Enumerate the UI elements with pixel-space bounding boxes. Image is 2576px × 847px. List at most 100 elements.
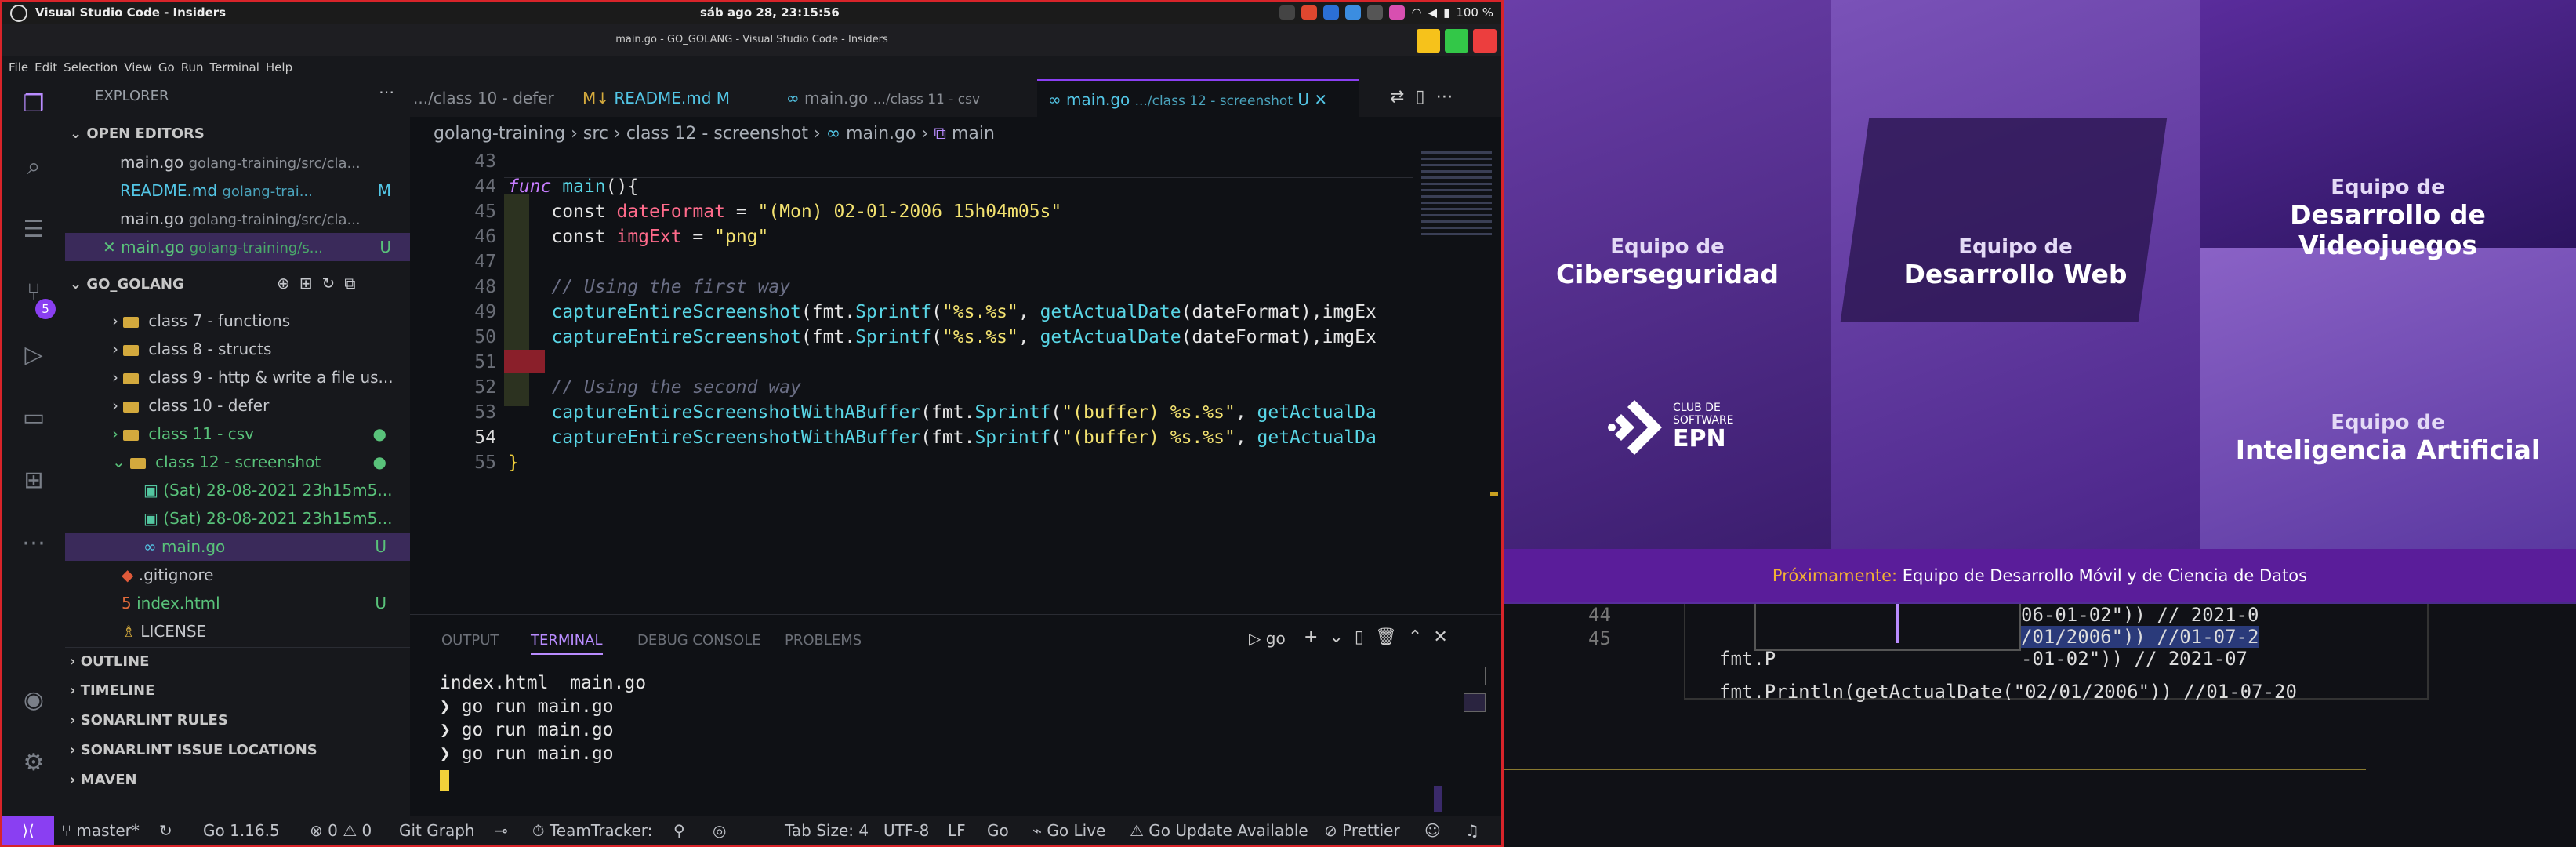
- run-debug-icon[interactable]: ▷: [16, 338, 51, 373]
- commit-icon[interactable]: ⊸: [495, 816, 508, 845]
- prettier[interactable]: ⊘ Prettier: [1324, 816, 1400, 845]
- more-icon[interactable]: ⋯: [16, 526, 51, 561]
- search-icon[interactable]: ⌕: [16, 150, 51, 184]
- key-icon[interactable]: ⚲: [673, 816, 685, 845]
- go-update[interactable]: ⚠ Go Update Available: [1130, 816, 1308, 845]
- open-editor-item-active[interactable]: ✕ main.go golang-training/s... U: [65, 233, 410, 261]
- tab-output[interactable]: OUTPUT: [441, 632, 499, 649]
- activities-icon[interactable]: [10, 5, 27, 22]
- file-item-image[interactable]: ▣ (Sat) 28-08-2021 23h15m5...: [65, 504, 410, 533]
- open-editor-item[interactable]: README.md golang-trai... M: [65, 176, 410, 205]
- zoom-icon[interactable]: [1345, 5, 1362, 20]
- tab-problems[interactable]: PROBLEMS: [785, 632, 862, 649]
- close-button[interactable]: [1473, 29, 1497, 53]
- breadcrumb-item[interactable]: main: [952, 124, 995, 144]
- git-graph[interactable]: Git Graph: [399, 816, 475, 845]
- active-app-label[interactable]: Visual Studio Code - Insiders: [35, 5, 226, 20]
- notifications-icon[interactable]: ♫: [1465, 816, 1479, 845]
- menu-go[interactable]: Go: [158, 60, 175, 75]
- terminal-instance-icon[interactable]: [1464, 667, 1486, 685]
- sonarlint-issues-section[interactable]: › SONARLINT ISSUE LOCATIONS: [65, 736, 410, 765]
- scm-badge: 5: [35, 299, 56, 319]
- maven-section[interactable]: › MAVEN: [65, 766, 410, 794]
- wifi-icon[interactable]: ◠: [1411, 5, 1421, 20]
- terminal-shell-select[interactable]: ▷ go: [1249, 629, 1286, 648]
- menu-view[interactable]: View: [124, 60, 152, 75]
- tab-class10[interactable]: .../class 10 - defer: [410, 79, 554, 117]
- code-line: captureEntireScreenshotWithABuffer(fmt.S…: [551, 427, 1377, 448]
- file-item-image[interactable]: ▣ (Sat) 28-08-2021 23h15m5...: [65, 476, 410, 504]
- menu-selection[interactable]: Selection: [63, 60, 118, 75]
- git-branch[interactable]: ⑂ master*: [62, 816, 140, 845]
- folder-item[interactable]: › class 10 - defer: [65, 391, 410, 420]
- breadcrumb-item[interactable]: golang-training: [434, 124, 565, 144]
- go-live[interactable]: ⌁ Go Live: [1032, 816, 1105, 845]
- sync-icon[interactable]: ↻: [159, 816, 172, 845]
- team-tracker[interactable]: ⏱ TeamTracker:: [532, 816, 652, 845]
- editor-actions[interactable]: ⇄▯⋯: [1390, 87, 1464, 107]
- clock[interactable]: sáb ago 28, 23:15:56: [700, 5, 840, 20]
- code-comment: // Using the second way: [508, 377, 801, 398]
- extensions-icon[interactable]: ⊞: [16, 463, 51, 498]
- tab-main-class12[interactable]: ∞ main.go .../class 12 - screenshot U ✕: [1037, 79, 1359, 117]
- eol[interactable]: LF: [948, 816, 966, 845]
- breadcrumb-item[interactable]: main.go: [846, 124, 916, 144]
- code-line: const dateFormat = "(Mon) 02-01-2006 15h…: [508, 202, 1062, 222]
- file-item-gitignore[interactable]: ◆ .gitignore: [65, 561, 410, 589]
- menu-terminal[interactable]: Terminal: [210, 60, 259, 75]
- open-editor-item[interactable]: main.go golang-training/src/cla...: [65, 148, 410, 176]
- menu-help[interactable]: Help: [266, 60, 292, 75]
- app-icon[interactable]: [1367, 5, 1384, 20]
- file-item-main-go[interactable]: ∞ main.go U: [65, 533, 410, 561]
- minimap[interactable]: [1413, 150, 1501, 613]
- sonarlint-rules-section[interactable]: › SONARLINT RULES: [65, 707, 410, 735]
- folder-item[interactable]: › class 11 - csv ●: [65, 420, 410, 448]
- tab-main-class11[interactable]: ∞ main.go .../class 11 - csv: [786, 79, 1014, 117]
- folder-item-open[interactable]: ⌄ class 12 - screenshot ●: [65, 448, 410, 476]
- volume-icon[interactable]: ◀: [1428, 5, 1438, 20]
- open-editors-section[interactable]: ⌄ OPEN EDITORS: [65, 120, 410, 148]
- settings-gear-icon[interactable]: ⚙: [16, 746, 51, 780]
- notes-icon[interactable]: ☰: [16, 213, 51, 247]
- more-actions-icon[interactable]: ⋯: [379, 82, 394, 101]
- discord-icon[interactable]: [1279, 5, 1296, 20]
- panel-actions[interactable]: +⌄▯🗑⌃✕: [1304, 627, 1459, 647]
- folder-item[interactable]: › class 9 - http & write a file us...: [65, 363, 410, 391]
- tab-debug-console[interactable]: DEBUG CONSOLE: [637, 632, 761, 649]
- file-item-index-html[interactable]: 5 index.html U: [65, 589, 410, 617]
- app-icon[interactable]: [1389, 5, 1406, 20]
- file-item-license[interactable]: ♗ LICENSE: [65, 617, 410, 645]
- app-icon[interactable]: [1323, 5, 1340, 20]
- system-tray[interactable]: ◠ ◀ ▮ 100 %: [1279, 5, 1493, 20]
- menu-edit[interactable]: Edit: [34, 60, 57, 75]
- menu-file[interactable]: File: [9, 60, 28, 75]
- explorer-icon[interactable]: ❐: [16, 87, 51, 122]
- terminal-instance-icon[interactable]: [1464, 693, 1486, 712]
- minimize-button[interactable]: [1417, 29, 1440, 53]
- tab-size[interactable]: Tab Size: 4: [785, 816, 869, 845]
- folder-item[interactable]: › class 8 - structs: [65, 335, 410, 363]
- go-version[interactable]: Go 1.16.5: [203, 816, 280, 845]
- tab-readme[interactable]: M↓ README.md M: [582, 79, 771, 117]
- encoding[interactable]: UTF-8: [883, 816, 929, 845]
- folder-item[interactable]: › class 7 - functions: [65, 307, 410, 335]
- battery-icon[interactable]: ▮: [1443, 5, 1449, 20]
- timeline-section[interactable]: › TIMELINE: [65, 677, 410, 705]
- remote-icon[interactable]: ⟩⟨: [2, 816, 54, 845]
- account-icon[interactable]: ◉: [16, 683, 51, 718]
- maximize-button[interactable]: [1445, 29, 1468, 53]
- remote-explorer-icon[interactable]: ▭: [16, 401, 51, 435]
- app-icon[interactable]: [1301, 5, 1318, 20]
- globe-icon[interactable]: ◎: [713, 816, 726, 845]
- problems-count[interactable]: ⊗ 0 ⚠ 0: [310, 816, 372, 845]
- feedback-icon[interactable]: ☺: [1424, 816, 1441, 845]
- breadcrumb-item[interactable]: src: [583, 124, 608, 144]
- outline-section[interactable]: › OUTLINE: [65, 647, 410, 675]
- breadcrumb-item[interactable]: class 12 - screenshot: [626, 124, 808, 144]
- open-editor-item[interactable]: main.go golang-training/src/cla...: [65, 205, 410, 233]
- language-mode[interactable]: Go: [987, 816, 1009, 845]
- menu-run[interactable]: Run: [181, 60, 204, 75]
- explorer-actions[interactable]: ⊕⊞↻⧉: [277, 274, 365, 293]
- tab-terminal[interactable]: TERMINAL: [531, 632, 603, 655]
- code-editor[interactable]: 43 44 45 46 47 48 49 50 51 52 53 54 55 f…: [410, 150, 1413, 613]
